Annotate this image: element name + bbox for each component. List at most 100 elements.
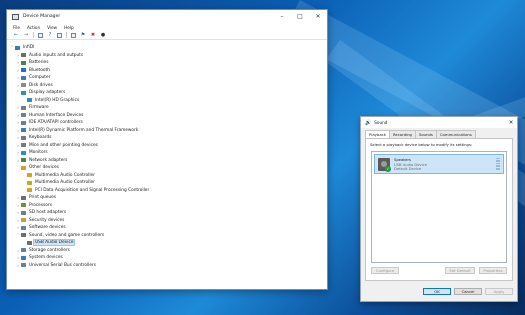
back-arrow-icon[interactable]: ← xyxy=(13,32,19,38)
forward-arrow-icon[interactable]: → xyxy=(23,32,29,38)
update-driver-icon[interactable] xyxy=(71,32,76,38)
tree-root[interactable]: ˅ InfiDI xyxy=(9,44,327,52)
ok-button[interactable]: OK xyxy=(423,288,451,295)
device-manager-window: Device Manager – □ ✕ File Action View He… xyxy=(6,9,328,290)
instruction-text: Select a playback device below to modify… xyxy=(370,142,473,147)
category-item[interactable]: › SD host adapters xyxy=(9,209,327,217)
category-item[interactable]: › Keyboards xyxy=(9,134,327,142)
tree-item-label: System devices xyxy=(29,255,63,261)
menu-file[interactable]: File xyxy=(13,25,20,30)
device-category-icon xyxy=(21,255,26,260)
device-manager-titlebar[interactable]: Device Manager – □ ✕ xyxy=(7,10,327,23)
properties-icon[interactable] xyxy=(38,32,43,38)
help-icon[interactable]: ? xyxy=(47,32,53,38)
category-item[interactable]: › Batteries xyxy=(9,59,327,67)
tree-item-label: Network adapters xyxy=(29,157,68,163)
toolbar-separator xyxy=(33,32,34,38)
category-item[interactable]: › Disk drives xyxy=(9,82,327,90)
sound-dialog: 🔊 Sound ✕ Playback Recording Sounds Comm… xyxy=(360,116,518,302)
sound-title: Sound xyxy=(374,120,388,125)
tree-item-label: Multimedia Audio Controller xyxy=(35,180,95,186)
device-item[interactable]: Intel(R) HD Graphics xyxy=(9,97,327,105)
category-item[interactable]: › Print queues xyxy=(9,194,327,202)
device-category-icon xyxy=(21,158,26,163)
tab-playback[interactable]: Playback xyxy=(365,130,390,138)
minimize-button[interactable]: – xyxy=(273,10,291,23)
configure-button[interactable]: Configure xyxy=(371,267,399,274)
cancel-button[interactable]: Cancel xyxy=(454,288,482,295)
device-category-icon xyxy=(27,240,32,245)
category-item[interactable]: › Software devices xyxy=(9,224,327,232)
category-item[interactable]: › IDE ATA/ATAPI controllers xyxy=(9,119,327,127)
set-default-button[interactable]: Set Default xyxy=(445,267,475,274)
tree-root-label: InfiDI xyxy=(23,45,35,51)
tree-item-label: Disk drives xyxy=(29,82,53,88)
device-manager-app-icon xyxy=(12,13,19,20)
menu-action[interactable]: Action xyxy=(27,25,40,30)
close-button[interactable]: ✕ xyxy=(309,10,327,23)
category-item[interactable]: ˅ Display adapters xyxy=(9,89,327,97)
device-tree: ˅ InfiDI › Audio inputs and outputs › Batte… xyxy=(7,41,327,289)
device-item-speakers[interactable]: ✓ Speakers USB Audio Device Default Devi… xyxy=(374,154,504,174)
scan-icon[interactable] xyxy=(57,32,62,38)
disable-icon[interactable]: ⚑ xyxy=(80,32,86,38)
apply-button[interactable]: Apply xyxy=(485,288,513,295)
device-item[interactable]: Multimedia Audio Controller xyxy=(9,172,327,180)
category-item[interactable]: › Monitors xyxy=(9,149,327,157)
tree-item-label: Processors xyxy=(29,202,52,208)
category-item[interactable]: › Human Interface Devices xyxy=(9,112,327,120)
default-check-icon: ✓ xyxy=(385,166,391,172)
device-category-icon xyxy=(21,83,26,88)
menu-view[interactable]: View xyxy=(47,25,57,30)
category-item[interactable]: › Firmware xyxy=(9,104,327,112)
device-category-icon xyxy=(21,218,26,223)
category-item[interactable]: › Mice and other pointing devices xyxy=(9,142,327,150)
tab-communications[interactable]: Communications xyxy=(435,130,476,138)
tab-recording[interactable]: Recording xyxy=(388,130,416,138)
properties-button[interactable]: Properties xyxy=(479,267,507,274)
device-item[interactable]: USB Audio Device xyxy=(9,239,327,247)
device-category-icon xyxy=(21,105,26,110)
device-category-icon xyxy=(21,195,26,200)
category-item[interactable]: › System devices xyxy=(9,254,327,262)
tree-children: › Audio inputs and outputs › Batteries › Blue… xyxy=(9,52,327,270)
sound-tabs: Playback Recording Sounds Communications xyxy=(361,130,517,138)
tree-item-label: Mice and other pointing devices xyxy=(29,142,98,148)
device-category-icon xyxy=(21,143,26,148)
download-icon[interactable]: ● xyxy=(100,32,106,38)
device-category-icon xyxy=(27,173,32,178)
category-item[interactable]: › Storage controllers xyxy=(9,247,327,255)
close-button[interactable]: ✕ xyxy=(505,120,517,126)
category-item[interactable]: › Network adapters xyxy=(9,157,327,165)
tab-sounds[interactable]: Sounds xyxy=(414,130,437,138)
device-category-icon xyxy=(21,68,26,73)
tree-item-label: Sound, video and game controllers xyxy=(29,232,105,238)
category-item[interactable]: ˅ Sound, video and game controllers xyxy=(9,232,327,240)
device-category-icon xyxy=(21,150,26,155)
device-item[interactable]: PCI Data Acquisition and Signal Processi… xyxy=(9,187,327,195)
category-item[interactable]: › Processors xyxy=(9,202,327,210)
tree-item-label: Software devices xyxy=(29,225,66,231)
device-category-icon xyxy=(21,165,26,170)
maximize-button[interactable]: □ xyxy=(291,10,309,23)
tree-item-label: Intel(R) HD Graphics xyxy=(35,97,80,103)
category-item[interactable]: › Computer xyxy=(9,74,327,82)
category-item[interactable]: › Bluetooth xyxy=(9,67,327,75)
tree-item-label: Monitors xyxy=(29,150,48,156)
category-item[interactable]: › Audio inputs and outputs xyxy=(9,52,327,60)
menu-help[interactable]: Help xyxy=(64,25,74,30)
tree-item-label: Other devices xyxy=(29,165,59,171)
volume-meter xyxy=(496,158,500,170)
tree-item-label: Audio inputs and outputs xyxy=(29,52,84,58)
category-item[interactable]: › Security devices xyxy=(9,217,327,225)
device-item[interactable]: Multimedia Audio Controller xyxy=(9,179,327,187)
uninstall-icon[interactable]: ✖ xyxy=(90,32,96,38)
category-item[interactable]: › Intel(R) Dynamic Platform and Thermal F… xyxy=(9,127,327,135)
category-item[interactable]: ˅ Other devices xyxy=(9,164,327,172)
sound-titlebar[interactable]: 🔊 Sound ✕ xyxy=(361,117,517,128)
category-item[interactable]: › Universal Serial Bus controllers xyxy=(9,262,327,270)
device-category-icon xyxy=(21,135,26,140)
tree-item-label: Storage controllers xyxy=(29,247,70,253)
tree-item-label: Universal Serial Bus controllers xyxy=(29,262,96,268)
device-category-icon xyxy=(21,263,26,268)
